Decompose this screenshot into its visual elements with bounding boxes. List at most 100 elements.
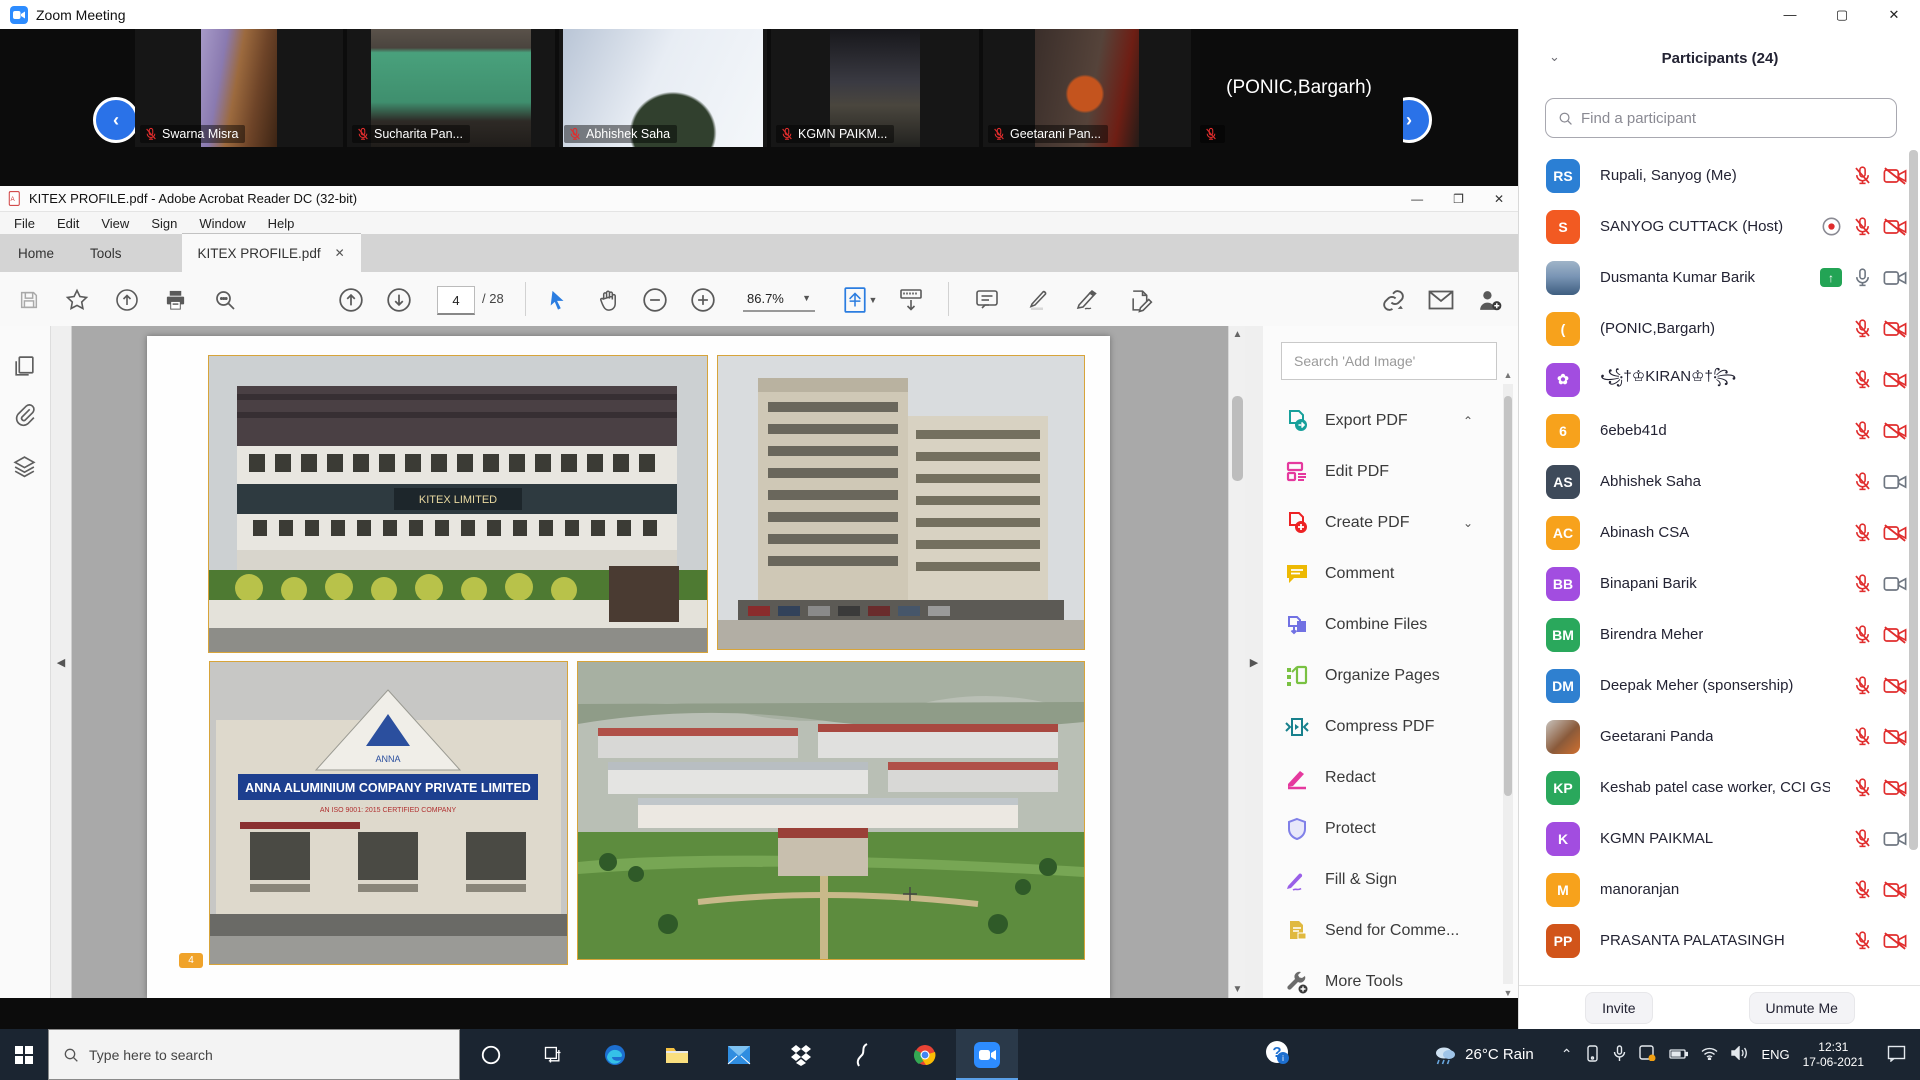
scroll-up-icon[interactable]: ▲ bbox=[1229, 329, 1246, 340]
menu-file[interactable]: File bbox=[14, 216, 35, 231]
share-link-icon[interactable] bbox=[1378, 285, 1408, 315]
zoom-maximize-button[interactable]: ▢ bbox=[1816, 0, 1868, 29]
notification-center-icon[interactable] bbox=[1887, 1045, 1906, 1065]
toolbar-ruler-icon[interactable] bbox=[896, 285, 926, 315]
select-tool-icon[interactable] bbox=[543, 285, 573, 315]
zoom-taskbar-icon[interactable] bbox=[956, 1029, 1018, 1080]
participant-row[interactable]: DMDeepak Meher (sponsership) bbox=[1519, 660, 1920, 711]
collapse-right-icon[interactable]: ▶ bbox=[1250, 656, 1258, 669]
video-tile[interactable]: Geetarani Pan... bbox=[983, 29, 1191, 147]
acrobat-minimize-button[interactable]: — bbox=[1411, 192, 1423, 206]
participant-row[interactable]: 66ebeb41d bbox=[1519, 405, 1920, 456]
comment-tool-icon[interactable] bbox=[972, 285, 1002, 315]
invite-button[interactable]: Invite bbox=[1585, 992, 1652, 1024]
document-scrollbar[interactable]: ▲ ▼ bbox=[1228, 326, 1246, 998]
participant-row[interactable]: ASAbhishek Saha bbox=[1519, 456, 1920, 507]
participant-row[interactable]: ((PONIC,Bargarh) bbox=[1519, 303, 1920, 354]
tools-scroll-up-icon[interactable]: ▲ bbox=[1503, 370, 1513, 380]
participant-row[interactable]: PPPRASANTA PALATASINGH bbox=[1519, 915, 1920, 966]
tool-send-for-comme[interactable]: Send for Comme... bbox=[1263, 906, 1503, 956]
email-icon[interactable] bbox=[1426, 285, 1456, 315]
tool-create-pdf[interactable]: Create PDF ⌄ bbox=[1263, 498, 1503, 548]
tab-home[interactable]: Home bbox=[0, 234, 72, 272]
print-icon[interactable] bbox=[160, 285, 190, 315]
menu-help[interactable]: Help bbox=[268, 216, 295, 231]
lightning-app-icon[interactable] bbox=[832, 1029, 894, 1080]
tool-redact[interactable]: Redact bbox=[1263, 753, 1503, 803]
unmute-me-button[interactable]: Unmute Me bbox=[1749, 992, 1855, 1024]
participant-row[interactable]: ✿꧁†♔KIRAN♔†꧂ bbox=[1519, 354, 1920, 405]
zoom-out-icon[interactable] bbox=[640, 285, 670, 315]
mail-icon[interactable] bbox=[708, 1029, 770, 1080]
tray-expand-chevron-icon[interactable]: ⌃ bbox=[1561, 1046, 1573, 1063]
tool-edit-pdf[interactable]: Edit PDF bbox=[1263, 447, 1503, 497]
tool-compress-pdf[interactable]: Compress PDF bbox=[1263, 702, 1503, 752]
add-person-icon[interactable] bbox=[1474, 285, 1504, 315]
right-pane-collapse-strip[interactable]: ▶ bbox=[1245, 326, 1264, 998]
previous-videos-button[interactable]: ‹ bbox=[93, 97, 139, 143]
language-indicator[interactable]: ENG bbox=[1761, 1047, 1789, 1062]
zoom-close-button[interactable]: ✕ bbox=[1868, 0, 1920, 29]
acrobat-maximize-button[interactable]: ❐ bbox=[1453, 192, 1464, 206]
tool-comment[interactable]: Comment bbox=[1263, 549, 1503, 599]
chevron-up-icon[interactable]: ⌃ bbox=[1463, 414, 1473, 428]
document-scrollbar-thumb[interactable] bbox=[1232, 396, 1243, 481]
taskbar-search-input[interactable]: Type here to search bbox=[48, 1029, 460, 1080]
tools-scroll-down-icon[interactable]: ▼ bbox=[1503, 988, 1513, 998]
dropbox-icon[interactable] bbox=[770, 1029, 832, 1080]
video-tile[interactable]: (PONIC,Bargarh) bbox=[1195, 29, 1403, 147]
cortana-icon[interactable] bbox=[460, 1029, 522, 1080]
previous-page-icon[interactable] bbox=[336, 285, 366, 315]
tool-combine-files[interactable]: Combine Files bbox=[1263, 600, 1503, 650]
fill-page-icon[interactable] bbox=[1126, 285, 1156, 315]
video-tile[interactable]: Sucharita Pan... bbox=[347, 29, 555, 147]
layers-icon[interactable] bbox=[12, 454, 37, 484]
video-tile[interactable]: KGMN PAIKM... bbox=[771, 29, 979, 147]
participant-search-input[interactable]: Find a participant bbox=[1545, 98, 1897, 138]
tools-search-box[interactable]: Search 'Add Image' bbox=[1281, 342, 1497, 380]
participant-row[interactable]: BBBinapani Barik bbox=[1519, 558, 1920, 609]
chevron-down-icon[interactable]: ⌄ bbox=[1463, 516, 1473, 530]
task-view-icon[interactable] bbox=[522, 1029, 584, 1080]
tool-export-pdf[interactable]: Export PDF ⌃ bbox=[1263, 396, 1503, 446]
participant-row[interactable]: SSANYOG CUTTACK (Host) bbox=[1519, 201, 1920, 252]
participant-row[interactable]: KKGMN PAIKMAL bbox=[1519, 813, 1920, 864]
hand-tool-icon[interactable] bbox=[593, 285, 623, 315]
file-explorer-icon[interactable] bbox=[646, 1029, 708, 1080]
fit-page-dropdown[interactable]: ▼ bbox=[838, 285, 882, 315]
tray-volume-icon[interactable] bbox=[1731, 1046, 1748, 1063]
page-thumbnails-icon[interactable] bbox=[12, 354, 37, 384]
menu-window[interactable]: Window bbox=[199, 216, 245, 231]
participant-row[interactable]: RSRupali, Sanyog (Me) bbox=[1519, 150, 1920, 201]
menu-edit[interactable]: Edit bbox=[57, 216, 79, 231]
tray-battery-icon[interactable] bbox=[1669, 1047, 1688, 1063]
participant-row[interactable]: KPKeshab patel case worker, CCI GS... bbox=[1519, 762, 1920, 813]
tools-scrollbar-thumb[interactable] bbox=[1504, 396, 1512, 796]
tools-panel-scrollbar[interactable]: ▲ ▼ bbox=[1503, 384, 1513, 984]
panel-collapse-chevron-icon[interactable]: ⌄ bbox=[1549, 49, 1560, 65]
tray-microphone-icon[interactable] bbox=[1613, 1045, 1626, 1065]
start-button[interactable] bbox=[0, 1029, 48, 1080]
left-pane-collapse-strip[interactable]: ◀ bbox=[51, 326, 72, 998]
tool-fill-sign[interactable]: Fill & Sign bbox=[1263, 855, 1503, 905]
video-tile[interactable]: Swarna Misra bbox=[135, 29, 343, 147]
weather-widget[interactable]: 26°C Rain bbox=[1433, 1045, 1534, 1065]
participant-row[interactable]: Mmanoranjan bbox=[1519, 864, 1920, 915]
highlighter-tool-icon[interactable] bbox=[1024, 285, 1054, 315]
clock[interactable]: 12:31 17-06-2021 bbox=[1803, 1040, 1864, 1070]
tool-organize-pages[interactable]: Organize Pages bbox=[1263, 651, 1503, 701]
zoom-in-icon[interactable] bbox=[688, 285, 718, 315]
collapse-left-icon[interactable]: ◀ bbox=[57, 656, 65, 669]
find-icon[interactable] bbox=[210, 285, 240, 315]
tool-protect[interactable]: Protect bbox=[1263, 804, 1503, 854]
scroll-down-icon[interactable]: ▼ bbox=[1229, 984, 1246, 995]
next-page-icon[interactable] bbox=[384, 285, 414, 315]
participant-row[interactable]: ACAbinash CSA bbox=[1519, 507, 1920, 558]
tray-app-notification-icon[interactable] bbox=[1639, 1045, 1656, 1064]
participant-row[interactable]: Geetarani Panda bbox=[1519, 711, 1920, 762]
participant-row[interactable]: BMBirendra Meher bbox=[1519, 609, 1920, 660]
menu-view[interactable]: View bbox=[101, 216, 129, 231]
acrobat-close-button[interactable]: ✕ bbox=[1494, 192, 1504, 206]
share-upload-icon[interactable] bbox=[112, 285, 142, 315]
page-number-input[interactable]: 4 bbox=[437, 286, 475, 315]
